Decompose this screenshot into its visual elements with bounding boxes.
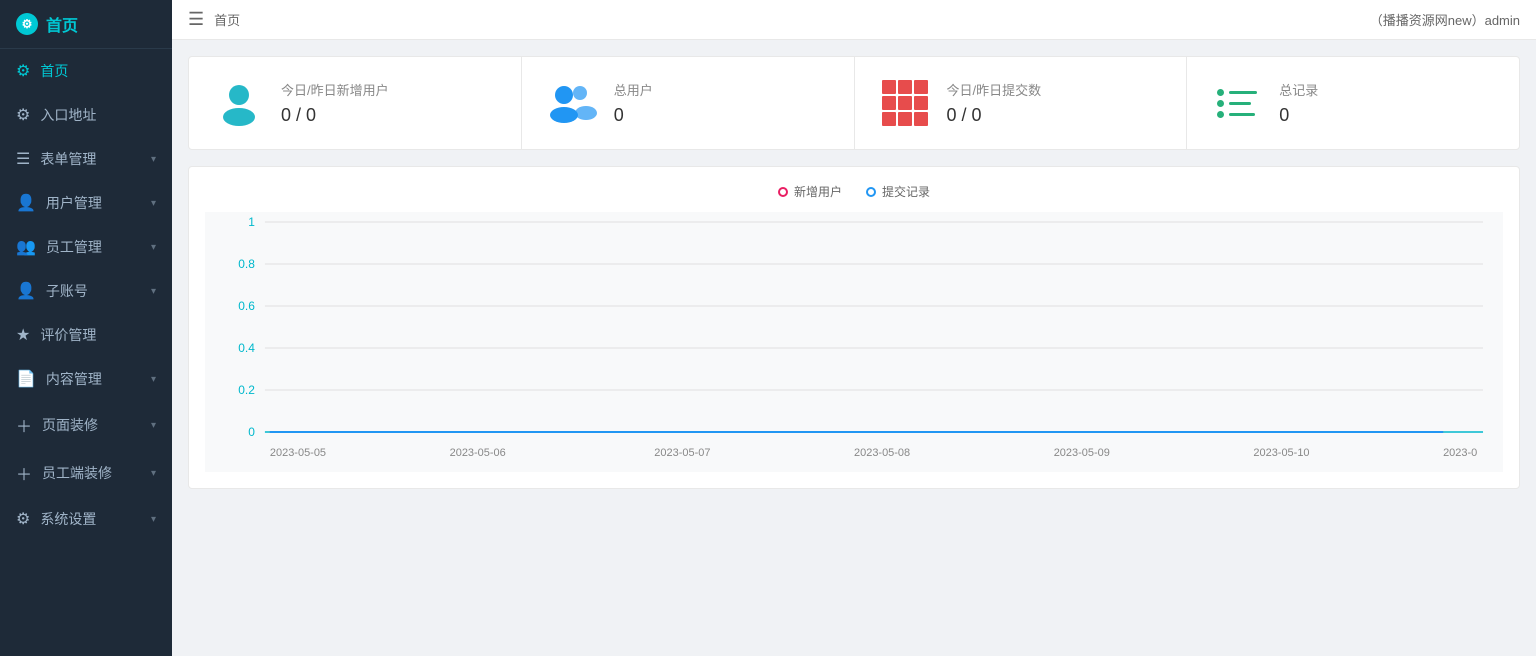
header-left: ☰ 首页 bbox=[188, 9, 240, 30]
sidebar-item-home[interactable]: ⚙ 首页 bbox=[0, 49, 172, 93]
entry-icon: ⚙ bbox=[16, 105, 30, 125]
settings-icon: ⚙ bbox=[16, 509, 30, 529]
svg-text:2023-05-09: 2023-05-09 bbox=[1054, 447, 1110, 459]
chevron-down-icon: ▾ bbox=[151, 468, 156, 479]
svg-text:2023-05-10: 2023-05-10 bbox=[1253, 447, 1309, 459]
stats-row: 今日/昨日新增用户 0 / 0 总用户 0 bbox=[188, 56, 1520, 150]
svg-text:0: 0 bbox=[248, 425, 255, 439]
svg-text:0.4: 0.4 bbox=[238, 341, 255, 355]
menu-toggle-icon[interactable]: ☰ bbox=[188, 9, 204, 30]
chevron-down-icon: ▾ bbox=[151, 374, 156, 385]
stat-info-submissions: 今日/昨日提交数 0 / 0 bbox=[947, 80, 1042, 126]
legend-dot-blue bbox=[866, 187, 876, 197]
list-icon bbox=[1217, 89, 1257, 118]
stat-info-total-users: 总用户 0 bbox=[614, 80, 653, 126]
stat-card-total-users: 总用户 0 bbox=[522, 57, 855, 149]
sidebar-logo[interactable]: ⚙ 首页 bbox=[0, 0, 172, 49]
reviews-icon: ★ bbox=[16, 325, 30, 345]
svg-text:0.2: 0.2 bbox=[238, 383, 255, 397]
stat-card-new-users: 今日/昨日新增用户 0 / 0 bbox=[189, 57, 522, 149]
logo-icon: ⚙ bbox=[16, 13, 38, 35]
stat-label: 今日/昨日提交数 bbox=[947, 80, 1042, 99]
legend-dot-pink bbox=[778, 187, 788, 197]
sidebar-item-content[interactable]: 📄 内容管理 ▾ bbox=[0, 357, 172, 401]
chevron-down-icon: ▾ bbox=[151, 242, 156, 253]
forms-icon: ☰ bbox=[16, 149, 30, 169]
pagedeco-icon: ＋ bbox=[16, 413, 32, 437]
sidebar-item-label: 表单管理 bbox=[40, 149, 96, 169]
svg-text:2023-05-08: 2023-05-08 bbox=[854, 447, 910, 459]
svg-text:2023-05-06: 2023-05-06 bbox=[450, 447, 506, 459]
sidebar-item-label: 系统设置 bbox=[40, 509, 96, 529]
sidebar: ⚙ 首页 ⚙ 首页 ⚙ 入口地址 ☰ 表单管理 ▾ 👤 用户管理 ▾ 👥 bbox=[0, 0, 172, 656]
header: ☰ 首页 （播播资源网new）admin bbox=[172, 0, 1536, 40]
sidebar-item-reviews[interactable]: ★ 评价管理 bbox=[0, 313, 172, 357]
stat-label: 总用户 bbox=[614, 80, 653, 99]
chevron-down-icon: ▾ bbox=[151, 154, 156, 165]
sidebar-item-settings[interactable]: ⚙ 系统设置 ▾ bbox=[0, 497, 172, 541]
submissions-icon bbox=[879, 77, 931, 129]
content-icon: 📄 bbox=[16, 369, 36, 389]
sidebar-item-label: 用户管理 bbox=[46, 193, 102, 213]
sidebar-item-label: 首页 bbox=[40, 61, 68, 81]
stat-card-submissions: 今日/昨日提交数 0 / 0 bbox=[855, 57, 1188, 149]
legend-label-new-users: 新增用户 bbox=[794, 183, 842, 200]
sidebar-item-forms[interactable]: ☰ 表单管理 ▾ bbox=[0, 137, 172, 181]
chart-area: 1 0.8 0.6 0.4 0.2 0 2023-05-05 2023-05-0… bbox=[205, 212, 1503, 472]
sidebar-item-staffdeco[interactable]: ＋ 员工端装修 ▾ bbox=[0, 449, 172, 497]
sidebar-item-staff[interactable]: 👥 员工管理 ▾ bbox=[0, 225, 172, 269]
svg-text:0.8: 0.8 bbox=[238, 257, 255, 271]
sidebar-item-label: 入口地址 bbox=[40, 105, 96, 125]
chevron-down-icon: ▾ bbox=[151, 198, 156, 209]
chevron-down-icon: ▾ bbox=[151, 420, 156, 431]
total-users-icon bbox=[546, 77, 598, 129]
header-user-info: （播播资源网new）admin bbox=[1370, 10, 1520, 29]
chevron-down-icon: ▾ bbox=[151, 286, 156, 297]
svg-text:0.6: 0.6 bbox=[238, 299, 255, 313]
users-icon: 👤 bbox=[16, 193, 36, 213]
svg-text:2023-05-07: 2023-05-07 bbox=[654, 447, 710, 459]
sidebar-item-label: 子账号 bbox=[46, 281, 88, 301]
main-content: ☰ 首页 （播播资源网new）admin 今日/昨日新增用户 0 / 0 bbox=[172, 0, 1536, 656]
stat-label: 总记录 bbox=[1279, 80, 1318, 99]
staff-icon: 👥 bbox=[16, 237, 36, 257]
svg-text:2023-05-05: 2023-05-05 bbox=[270, 447, 326, 459]
svg-text:2023-0: 2023-0 bbox=[1443, 447, 1477, 459]
svg-text:1: 1 bbox=[248, 215, 255, 229]
breadcrumb: 首页 bbox=[214, 10, 240, 29]
stat-value: 0 bbox=[1279, 105, 1318, 126]
chart-legend: 新增用户 提交记录 bbox=[205, 183, 1503, 200]
legend-label-records: 提交记录 bbox=[882, 183, 930, 200]
stat-info-total-records: 总记录 0 bbox=[1279, 80, 1318, 126]
legend-records: 提交记录 bbox=[866, 183, 930, 200]
stat-value: 0 bbox=[614, 105, 653, 126]
staffdeco-icon: ＋ bbox=[16, 461, 32, 485]
stat-value: 0 / 0 bbox=[947, 105, 1042, 126]
grid-icon bbox=[882, 80, 928, 126]
sidebar-logo-text: 首页 bbox=[46, 12, 78, 36]
sidebar-item-label: 评价管理 bbox=[40, 325, 96, 345]
chevron-down-icon: ▾ bbox=[151, 514, 156, 525]
page-content: 今日/昨日新增用户 0 / 0 总用户 0 bbox=[172, 40, 1536, 656]
total-records-icon bbox=[1211, 77, 1263, 129]
stat-label: 今日/昨日新增用户 bbox=[281, 80, 389, 99]
new-users-icon bbox=[213, 77, 265, 129]
subaccount-icon: 👤 bbox=[16, 281, 36, 301]
sidebar-item-entry[interactable]: ⚙ 入口地址 bbox=[0, 93, 172, 137]
stat-info-new-users: 今日/昨日新增用户 0 / 0 bbox=[281, 80, 389, 126]
sidebar-item-label: 员工管理 bbox=[46, 237, 102, 257]
home-icon: ⚙ bbox=[16, 61, 30, 81]
sidebar-item-subaccount[interactable]: 👤 子账号 ▾ bbox=[0, 269, 172, 313]
sidebar-item-label: 员工端装修 bbox=[42, 463, 112, 483]
stat-card-total-records: 总记录 0 bbox=[1187, 57, 1519, 149]
sidebar-item-label: 内容管理 bbox=[46, 369, 102, 389]
sidebar-item-pagedeco[interactable]: ＋ 页面装修 ▾ bbox=[0, 401, 172, 449]
legend-new-users: 新增用户 bbox=[778, 183, 842, 200]
sidebar-item-label: 页面装修 bbox=[42, 415, 98, 435]
chart-svg: 1 0.8 0.6 0.4 0.2 0 2023-05-05 2023-05-0… bbox=[205, 212, 1503, 472]
stat-value: 0 / 0 bbox=[281, 105, 389, 126]
sidebar-item-users[interactable]: 👤 用户管理 ▾ bbox=[0, 181, 172, 225]
chart-section: 新增用户 提交记录 bbox=[188, 166, 1520, 489]
